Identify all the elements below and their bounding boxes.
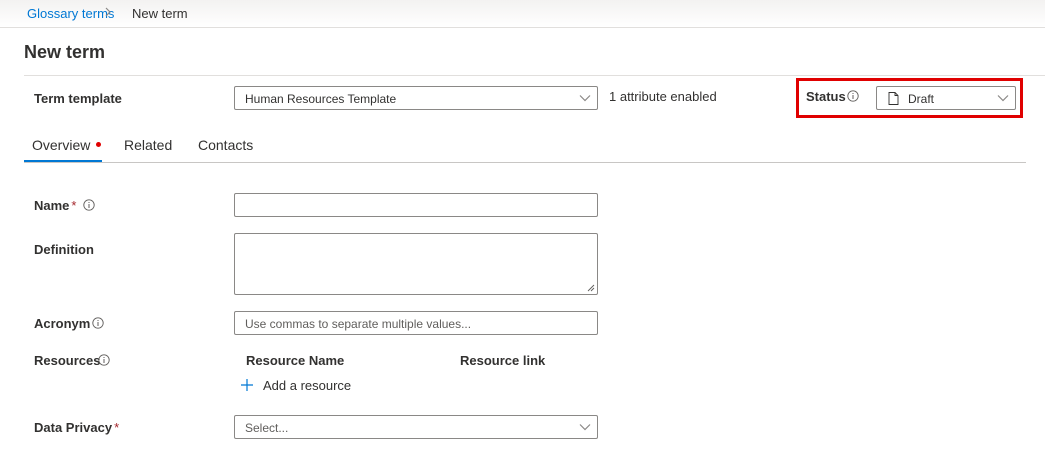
acronym-placeholder: Use commas to separate multiple values..… [245, 317, 472, 331]
unsaved-indicator-dot [96, 142, 101, 147]
term-template-dropdown[interactable]: Human Resources Template [234, 86, 598, 110]
acronym-input[interactable]: Use commas to separate multiple values..… [234, 311, 598, 335]
resources-info-icon[interactable] [98, 354, 110, 366]
tab-overview[interactable]: Overview [32, 137, 90, 153]
status-label: Status [806, 89, 846, 104]
attributes-enabled-text: 1 attribute enabled [609, 89, 717, 104]
data-privacy-label-text: Data Privacy [34, 420, 113, 435]
chevron-right-icon [105, 7, 111, 17]
term-template-label: Term template [34, 91, 122, 106]
status-dropdown[interactable]: Draft [876, 86, 1016, 110]
data-privacy-label: Data Privacy * [34, 420, 119, 435]
status-info-icon[interactable] [847, 90, 859, 102]
resources-label: Resources [34, 353, 101, 368]
chevron-down-icon [997, 95, 1009, 102]
page-title: New term [24, 42, 106, 62]
status-selected: Draft [908, 92, 935, 106]
required-asterisk: * [114, 420, 120, 435]
acronym-info-icon[interactable] [92, 317, 104, 329]
resize-grip-icon[interactable] [587, 284, 595, 292]
chevron-down-icon [579, 424, 591, 431]
resource-name-column-header: Resource Name [246, 353, 345, 368]
breadcrumb-current: New term [132, 6, 188, 21]
plus-icon [241, 379, 253, 391]
name-info-icon[interactable] [83, 199, 95, 211]
resource-link-column-header: Resource link [460, 353, 546, 368]
name-label: Name * [34, 198, 76, 213]
required-asterisk: * [71, 198, 77, 213]
tab-contacts[interactable]: Contacts [198, 137, 253, 153]
name-label-text: Name [34, 198, 70, 213]
definition-textarea[interactable] [234, 233, 598, 295]
definition-label: Definition [34, 242, 94, 257]
tab-related[interactable]: Related [124, 137, 172, 153]
add-resource-label: Add a resource [263, 378, 352, 393]
title-divider [24, 75, 1045, 76]
acronym-label: Acronym [34, 316, 91, 331]
term-template-selected: Human Resources Template [245, 92, 397, 106]
chevron-down-icon [579, 95, 591, 102]
breadcrumb-bar: Glossary terms New term [0, 0, 1045, 28]
data-privacy-placeholder: Select... [245, 421, 289, 435]
data-privacy-dropdown[interactable]: Select... [234, 415, 598, 439]
tabs-divider [24, 162, 1026, 163]
document-icon [888, 92, 899, 105]
name-input[interactable] [234, 193, 598, 217]
